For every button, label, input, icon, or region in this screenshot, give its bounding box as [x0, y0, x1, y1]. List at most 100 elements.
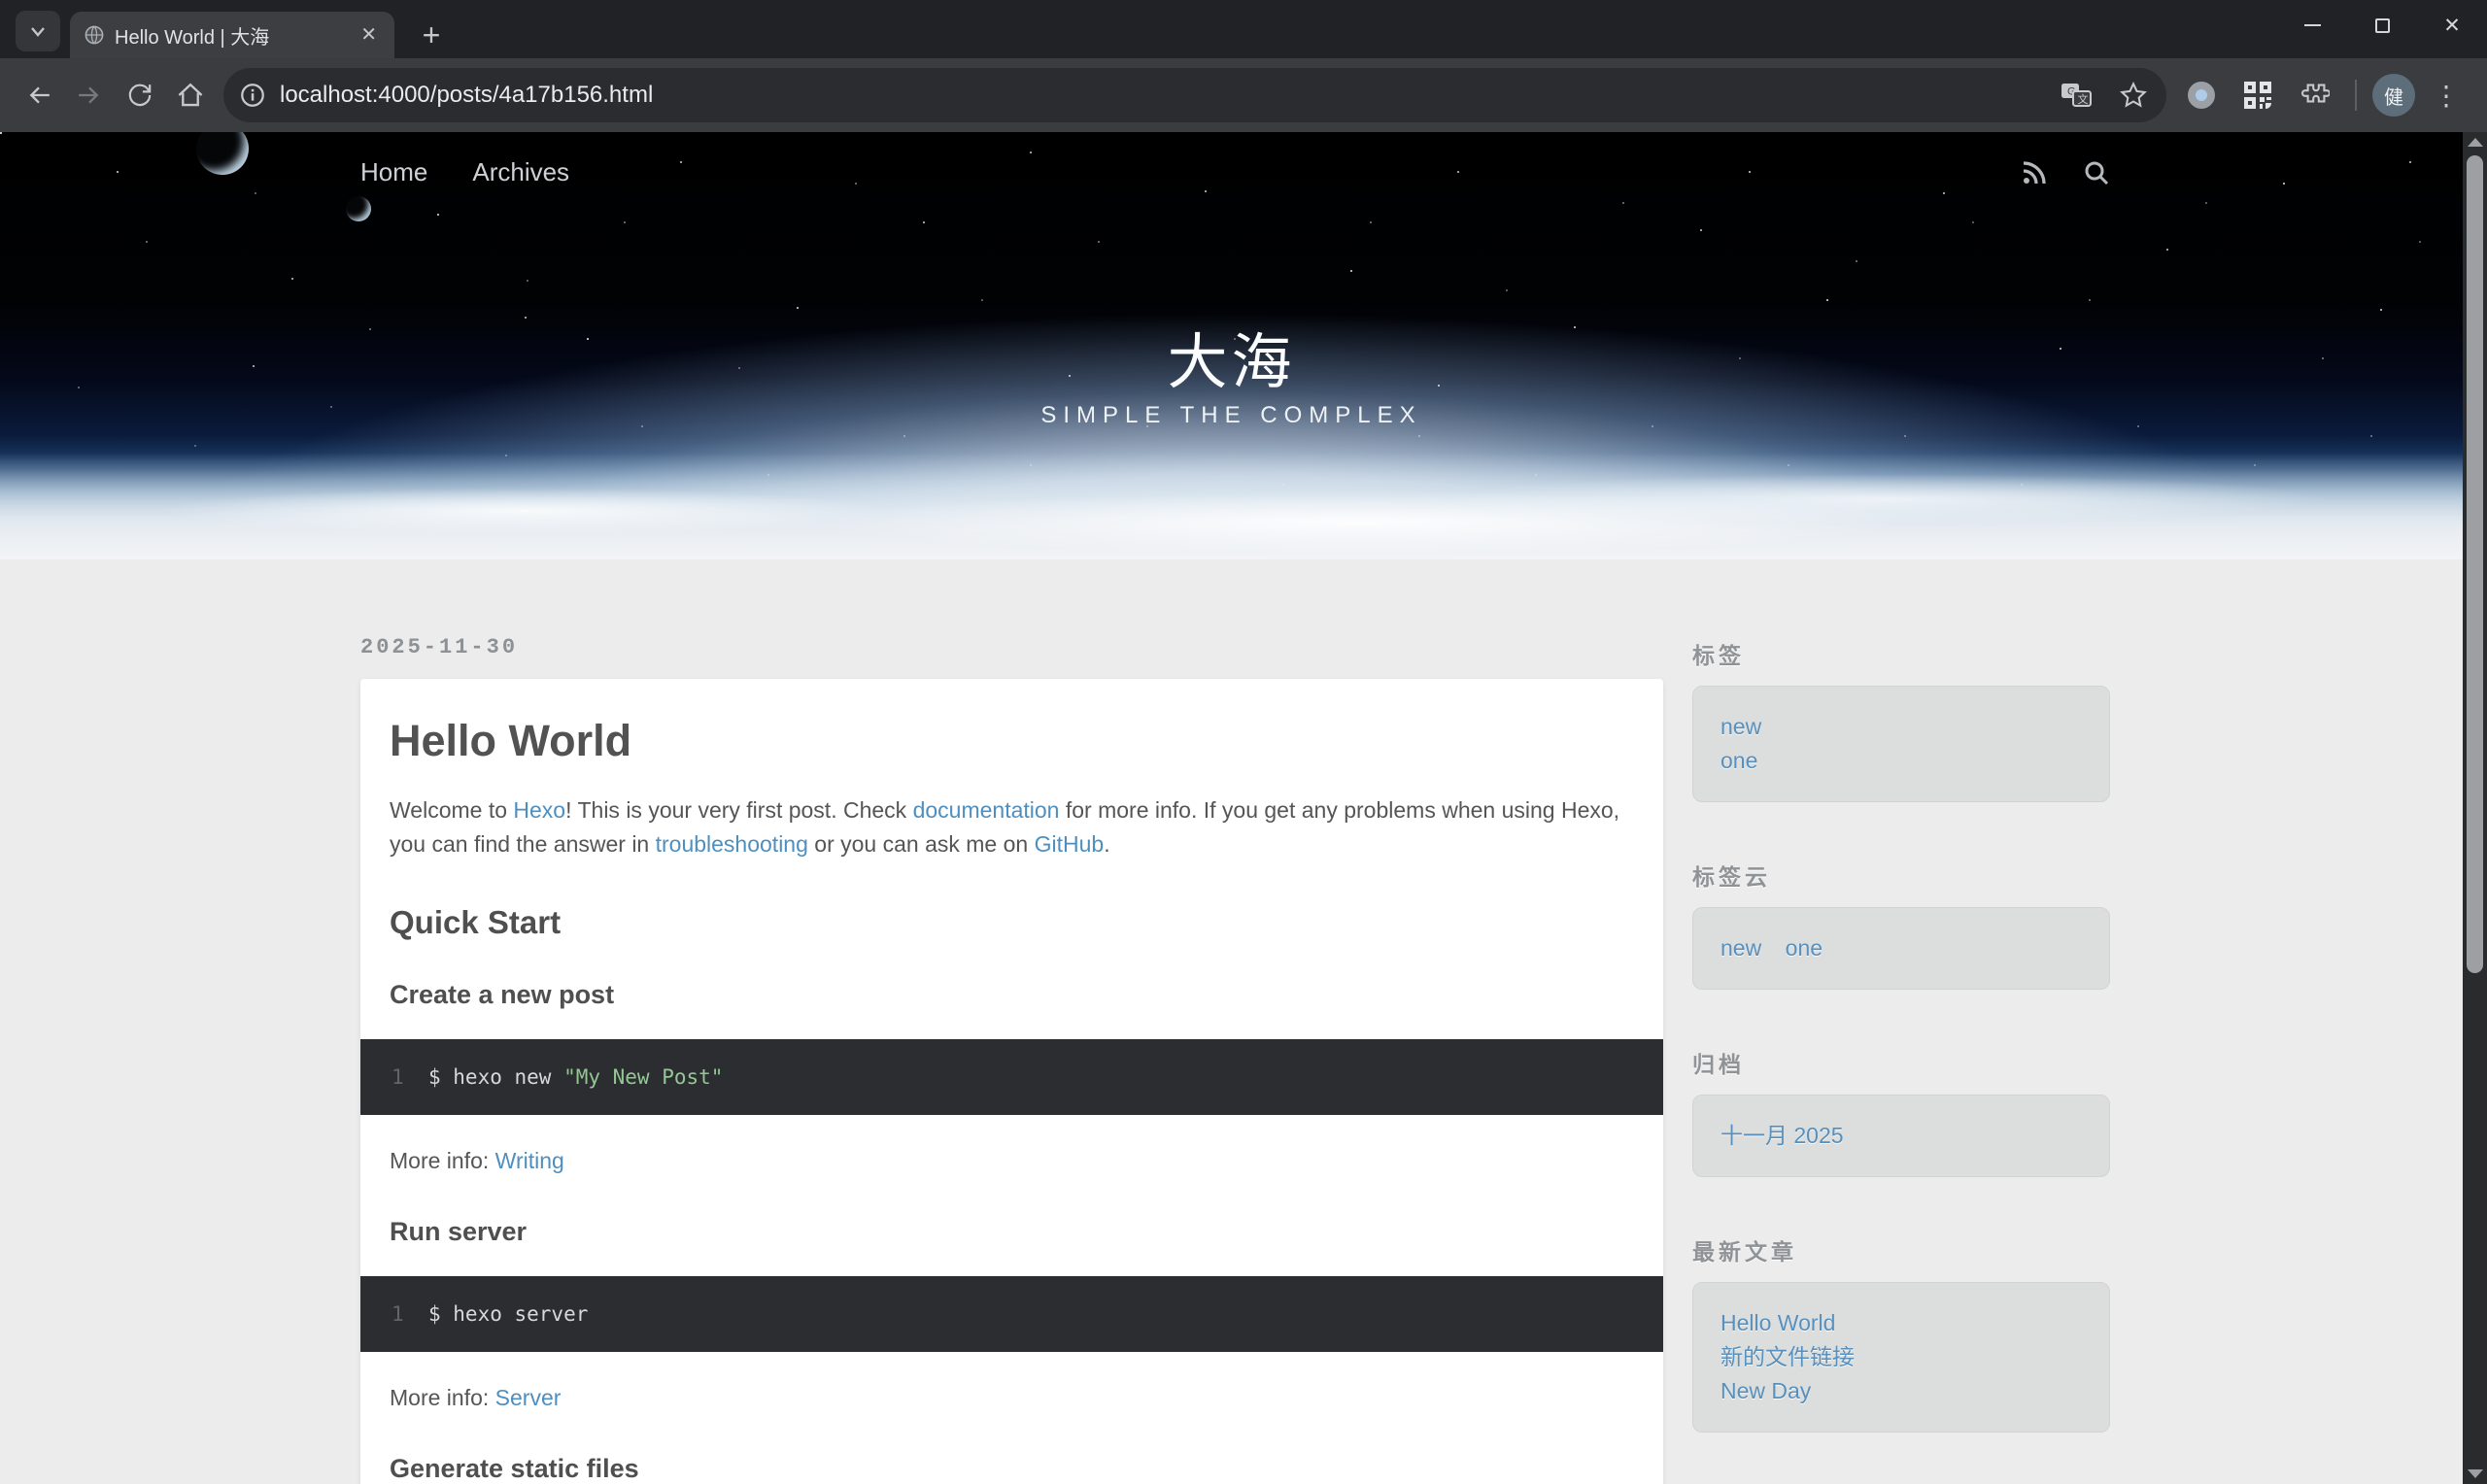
heading-generate: Generate static files [390, 1454, 1634, 1484]
moon-large [196, 132, 249, 175]
browser-window: Hello World | 大海 ✕ + ✕ [0, 0, 2487, 1484]
circle-extension-icon [2188, 82, 2215, 109]
puzzle-icon [2299, 80, 2330, 111]
tab-title: Hello World | 大海 [115, 21, 347, 50]
recent-post-link[interactable]: New Day [1720, 1374, 2082, 1408]
back-icon [22, 79, 55, 112]
code-line-number: 1 [360, 1300, 428, 1328]
tagcloud-link[interactable]: one [1786, 931, 1823, 965]
heading-create-post: Create a new post [390, 980, 1634, 1010]
forward-icon [73, 79, 106, 112]
intro-text: Welcome to [390, 797, 513, 823]
code-command: $ hexo new [428, 1065, 563, 1089]
widget-recent-title: 最新文章 [1692, 1233, 2110, 1266]
code-block-server: 1 $ hexo server [360, 1276, 1663, 1352]
post-title[interactable]: Hello World [390, 716, 1634, 766]
qr-code-icon [2242, 80, 2273, 111]
moon-small [346, 196, 371, 221]
translate-icon[interactable]: G 文 [2060, 80, 2093, 111]
extensions-menu-button[interactable] [2289, 70, 2339, 120]
browser-menu-button[interactable]: ⋮ [2421, 70, 2471, 120]
more-info-text: More info: [390, 1148, 495, 1173]
sidebar: 标签 new one 标签云 new one 归档 十一月 2025 [1692, 559, 2110, 1484]
recent-post-link[interactable]: Hello World [1720, 1306, 2082, 1340]
writing-link[interactable]: Writing [495, 1148, 564, 1173]
post-card: Hello World Welcome to Hexo! This is you… [360, 679, 1663, 1484]
widget-tagcloud: 标签云 new one [1692, 859, 2110, 990]
post-intro: Welcome to Hexo! This is your very first… [390, 793, 1634, 861]
bookmark-star-icon[interactable] [2118, 80, 2149, 111]
site-info-icon[interactable] [239, 82, 266, 109]
heading-quick-start: Quick Start [390, 904, 1634, 941]
widget-archives: 归档 十一月 2025 [1692, 1046, 2110, 1177]
recent-post-link[interactable]: 新的文件链接 [1720, 1340, 2082, 1374]
cloud [155, 488, 894, 534]
new-tab-button[interactable]: + [412, 16, 451, 54]
reload-button[interactable] [115, 70, 165, 120]
site-nav: Home Archives [360, 157, 569, 187]
main-column: 2025-11-30 Hello World Welcome to Hexo! … [360, 559, 1663, 1484]
archive-link[interactable]: 十一月 2025 [1720, 1119, 2082, 1153]
site-subtitle: SIMPLE THE COMPLEX [0, 402, 2463, 429]
code-line-number: 1 [360, 1063, 428, 1091]
widget-tagcloud-title: 标签云 [1692, 859, 2110, 892]
globe-favicon-icon [84, 24, 105, 46]
cloud [826, 491, 1894, 554]
window-minimize-button[interactable] [2277, 0, 2347, 51]
scroll-up-arrow-icon[interactable] [2468, 138, 2483, 147]
nav-archives-link[interactable]: Archives [472, 157, 569, 187]
intro-text: ! This is your very first post. Check [565, 797, 912, 823]
widget-archives-title: 归档 [1692, 1046, 2110, 1079]
browser-tab[interactable]: Hello World | 大海 ✕ [70, 12, 394, 58]
rss-icon[interactable] [2021, 159, 2048, 186]
toolbar-divider [2355, 80, 2357, 111]
reload-icon [124, 80, 155, 111]
tag-link[interactable]: one [1720, 744, 2082, 778]
web-page: Home Archives [0, 132, 2463, 1484]
site-title: 大海 [0, 313, 2463, 400]
search-icon[interactable] [2083, 159, 2110, 186]
starfield-dim [0, 132, 2, 134]
home-button[interactable] [165, 70, 216, 120]
restore-icon [2375, 18, 2390, 33]
address-bar[interactable]: localhost:4000/posts/4a17b156.html G 文 [223, 68, 2166, 122]
intro-text: or you can ask me on [808, 831, 1035, 857]
more-info-writing: More info: Writing [390, 1144, 1634, 1178]
tab-close-icon[interactable]: ✕ [357, 23, 381, 47]
profile-avatar[interactable]: 健 [2372, 74, 2415, 117]
documentation-link[interactable]: documentation [913, 797, 1060, 823]
vertical-scrollbar[interactable] [2463, 132, 2487, 1484]
github-link[interactable]: GitHub [1035, 831, 1105, 857]
post-title-link[interactable]: Hello World [390, 716, 631, 765]
nav-home-link[interactable]: Home [360, 157, 427, 187]
tab-bar: Hello World | 大海 ✕ + ✕ [0, 0, 2487, 58]
tagcloud-link[interactable]: new [1720, 931, 1761, 965]
post-date: 2025-11-30 [360, 635, 1663, 659]
scroll-down-arrow-icon[interactable] [2468, 1469, 2483, 1478]
more-info-server: More info: Server [390, 1381, 1634, 1415]
qr-extension-button[interactable] [2232, 70, 2283, 120]
window-close-button[interactable]: ✕ [2417, 0, 2487, 51]
more-info-text: More info: [390, 1385, 495, 1410]
hexo-link[interactable]: Hexo [513, 797, 565, 823]
toolbar-right-icons: 健 ⋮ [2176, 70, 2471, 120]
widget-recent-posts: 最新文章 Hello World 新的文件链接 New Day [1692, 1233, 2110, 1433]
server-link[interactable]: Server [495, 1385, 562, 1410]
code-text: $ hexo server [428, 1300, 588, 1328]
tab-search-button[interactable] [16, 11, 60, 51]
site-banner: Home Archives [0, 132, 2463, 559]
tag-link[interactable]: new [1720, 710, 2082, 744]
code-string: "My New Post" [563, 1065, 723, 1089]
forward-button[interactable] [64, 70, 115, 120]
extension-circle-button[interactable] [2176, 70, 2227, 120]
scrollbar-thumb[interactable] [2467, 155, 2483, 973]
window-controls: ✕ [2277, 0, 2487, 51]
url-text[interactable]: localhost:4000/posts/4a17b156.html [280, 82, 2060, 109]
svg-text:文: 文 [2078, 92, 2089, 106]
window-restore-button[interactable] [2347, 0, 2417, 51]
browser-toolbar: localhost:4000/posts/4a17b156.html G 文 [0, 58, 2487, 132]
chevron-down-icon [26, 19, 50, 43]
back-button[interactable] [14, 70, 64, 120]
code-text: $ hexo new "My New Post" [428, 1063, 723, 1091]
troubleshooting-link[interactable]: troubleshooting [656, 831, 808, 857]
